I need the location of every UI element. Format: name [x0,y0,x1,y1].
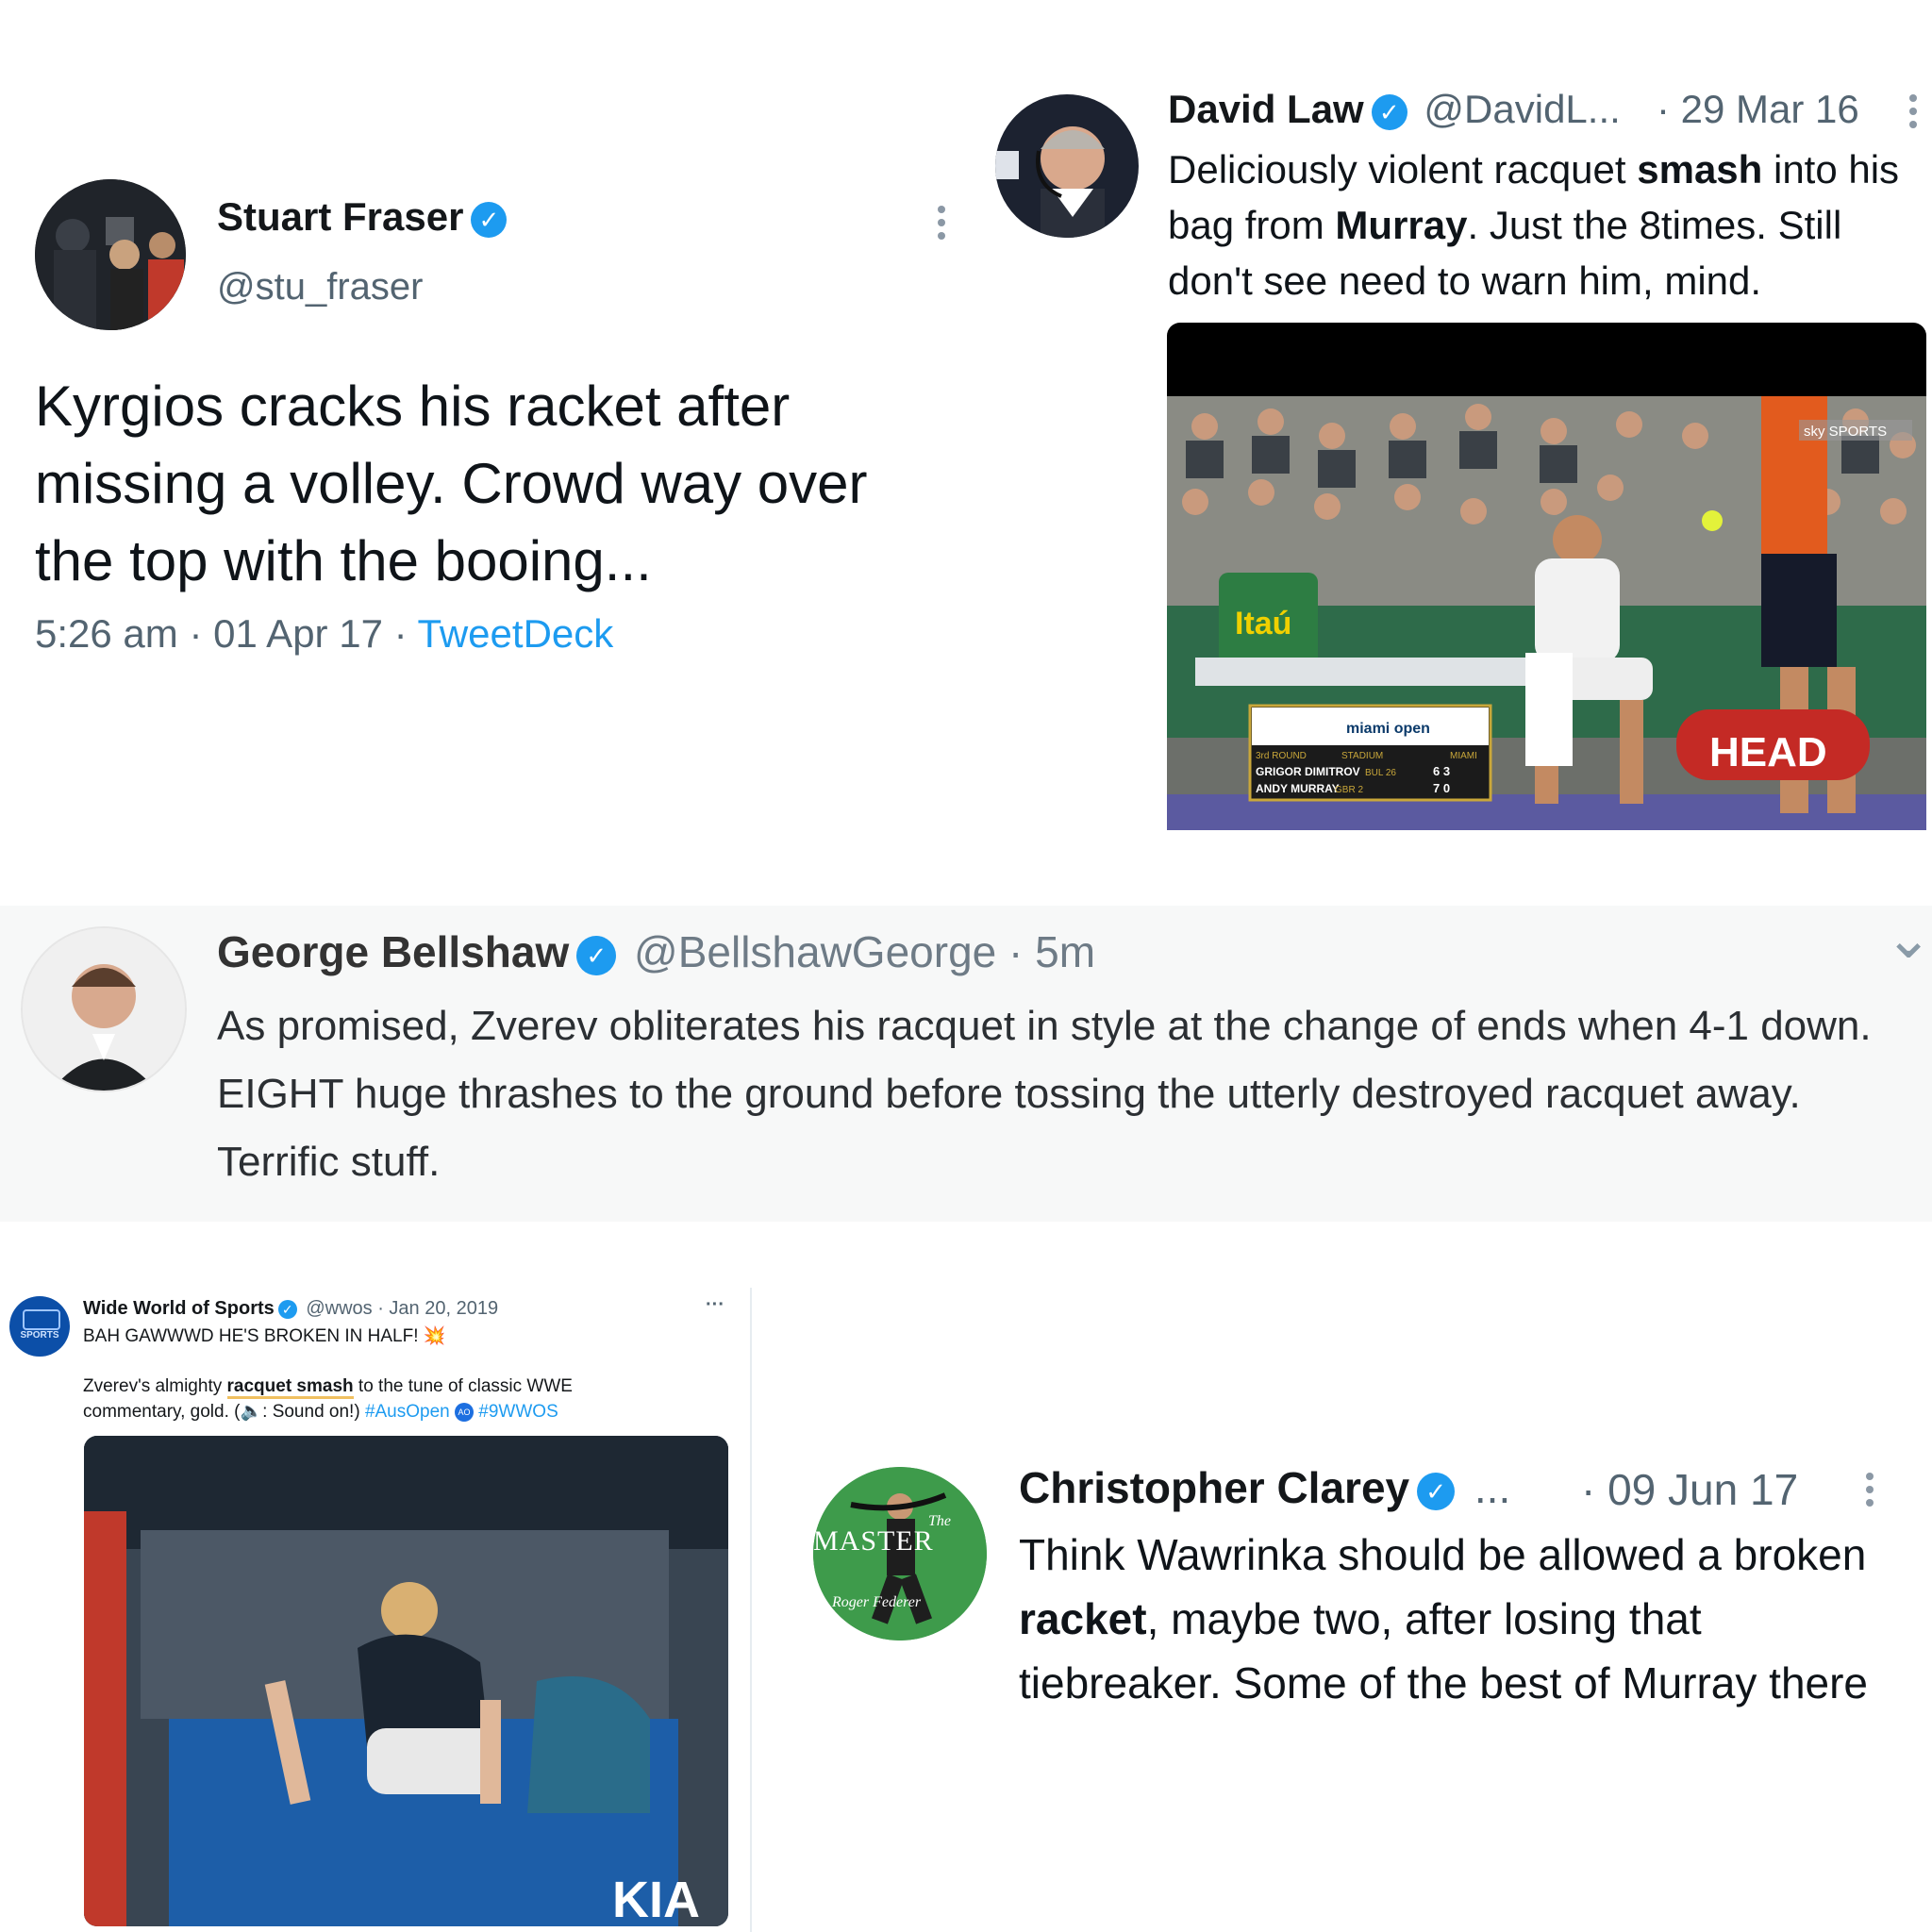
avatar[interactable] [995,94,1139,238]
hashtag-ausopen[interactable]: #AusOpen [365,1402,450,1422]
highlight-smash: smash [1637,147,1763,192]
tweet-time[interactable]: 5:26 am [35,611,178,656]
highlight-racquet-smash: racquet smash [226,1376,354,1399]
verified-icon: ✓ [277,1299,297,1319]
tweet-text: Deliciously violent racquet smash into h… [1168,147,1900,303]
book-author: Roger Federer [831,1594,922,1610]
tweet-media-video[interactable]: KIA [84,1436,728,1926]
user-name[interactable]: Wide World of Sports [83,1298,275,1319]
verified-icon: ✓ [1371,93,1407,130]
tweet-text: As promised, Zverev obliterates his racq… [217,1003,1872,1185]
scoreboard-event: miami open [1346,721,1430,737]
scoreboard-player1-meta: BUL 26 [1365,768,1396,778]
separator: · [393,611,408,656]
tweet-date[interactable]: · 09 Jun 17 [1581,1464,1798,1515]
video-frame: KIA [84,1436,728,1926]
avatar-logo-shape [23,1309,60,1330]
user-name[interactable]: Stuart Fraser [217,194,463,239]
avatar-photo: The MASTER Roger Federer [813,1467,987,1641]
tweet-date[interactable]: 01 Apr 17 [213,611,383,656]
tweet-time[interactable]: · 5m [1008,927,1095,976]
user-name[interactable]: George Bellshaw [217,927,569,976]
scoreboard-player1: GRIGOR DIMITROV [1256,765,1360,778]
user-name[interactable]: David Law [1168,87,1364,131]
highlight-racket: racket [1019,1594,1147,1643]
sponsor-logo: KIA [612,1872,700,1926]
tweet-media-video[interactable]: Itaú HEAD sky SPORTS miami open 3rd ROUN… [1167,323,1926,830]
avatar-photo [995,94,1139,238]
avatar-photo [35,179,186,330]
scoreboard: miami open 3rd ROUND STADIUM MIAMI GRIGO… [1248,704,1492,802]
user-handle[interactable]: ... [1474,1463,1510,1512]
user-handle[interactable]: @DavidL... [1424,87,1620,131]
user-handle[interactable]: @stu_fraser [217,266,423,308]
video-frame: Itaú HEAD sky SPORTS miami open 3rd ROUN… [1167,396,1926,830]
more-options-icon[interactable]: ··· [706,1294,724,1316]
scoreboard-player2: ANDY MURRAY [1256,782,1340,795]
tweet-source-link[interactable]: TweetDeck [418,611,614,656]
highlight-murray: Murray [1335,203,1468,247]
tweet-date[interactable]: · 29 Mar 16 [1657,87,1859,132]
user-handle[interactable]: @wwos [306,1298,372,1319]
book-title: MASTER [813,1525,934,1557]
tweet-george-bellshaw: George Bellshaw ✓ @BellshawGeorge · 5m ⌄ … [0,906,1932,1222]
avatar[interactable] [21,926,187,1092]
tweet-text-line1: BAH GAWWWD HE'S BROKEN IN HALF! 💥 [83,1326,446,1346]
scoreboard-city: MIAMI [1450,751,1477,761]
chevron-down-icon[interactable]: ⌄ [1885,906,1932,972]
avatar[interactable]: SPORTS [9,1296,70,1357]
avatar-photo [23,928,185,1091]
bag-logo: HEAD [1709,729,1827,775]
more-options-icon[interactable] [938,200,945,245]
verified-icon: ✓ [471,201,508,238]
user-handle[interactable]: @BellshawGeorge [634,927,996,976]
verified-icon: ✓ [1417,1472,1456,1510]
sponsor-logo: Itaú [1235,606,1291,641]
separator: · [189,611,203,656]
more-options-icon[interactable] [1909,89,1917,134]
avatar[interactable]: The MASTER Roger Federer [813,1467,987,1641]
avatar[interactable] [35,179,186,330]
tweet-text: Think Wawrinka should be allowed a broke… [1019,1530,1869,1707]
verified-icon: ✓ [576,935,617,975]
scoreboard-player1-score: 6 3 [1433,764,1450,778]
scoreboard-player2-meta: GBR 2 [1335,785,1363,795]
ao-badge-icon: AO [455,1402,475,1422]
avatar-logo-text: SPORTS [20,1330,59,1341]
more-options-icon[interactable] [1866,1467,1874,1512]
tweet-text-line2: Zverev's almighty racquet smash to the t… [83,1376,573,1422]
broadcaster-logo: sky SPORTS [1804,424,1887,440]
tweet-text: Kyrgios cracks his racket after missing … [35,375,868,592]
scoreboard-player2-score: 7 0 [1433,781,1450,795]
tweet-date[interactable]: · Jan 20, 2019 [377,1298,498,1319]
user-name[interactable]: Christopher Clarey [1019,1463,1409,1512]
hashtag-9wwos[interactable]: #9WWOS [478,1402,558,1422]
scoreboard-round: 3rd ROUND [1256,751,1307,761]
scoreboard-court: STADIUM [1341,751,1383,761]
